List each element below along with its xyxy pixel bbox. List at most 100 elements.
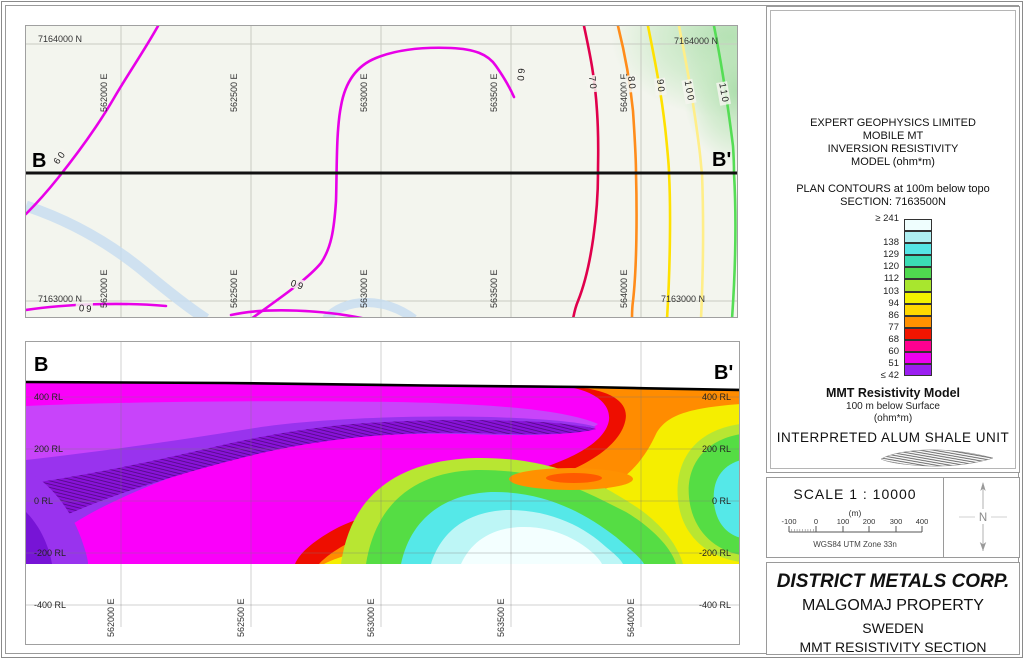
rl-label-right: 200 RL: [701, 444, 731, 454]
scale-title: SCALE 1 : 10000: [793, 486, 917, 502]
colorbar-bottom-label: ≤ 42: [880, 370, 899, 382]
country-name: SWEDEN: [862, 620, 924, 636]
legend-subheader-line: PLAN CONTOURS at 100m below topo: [796, 183, 990, 195]
alum-shale-caption: INTERPRETED ALUM SHALE UNIT: [776, 430, 1010, 445]
title-block: DISTRICT METALS CORP. MALGOMAJ PROPERTY …: [766, 562, 1020, 655]
resistivity-model-fill: [26, 382, 739, 564]
colorbar-boundary-label: 120: [883, 261, 899, 273]
rl-label-left: 400 RL: [34, 392, 64, 402]
contour-label-90: 90: [653, 77, 667, 96]
resistivity-section-panel: B B' 400 RL 200 RL 0 RL -200 RL -400 RL …: [25, 341, 740, 645]
colorbar-swatch: [904, 291, 932, 304]
colorbar-caption-sub1: 100 m below Surface: [846, 401, 940, 412]
colorbar-swatch: [904, 267, 932, 280]
legend-subheader: PLAN CONTOURS at 100m below topo SECTION…: [767, 183, 1019, 208]
plan-easting-label: 562000 E: [99, 73, 109, 112]
rl-label-right: 400 RL: [701, 392, 731, 402]
contour-label-60: 60: [514, 66, 527, 85]
section-easting-label: 562500 E: [236, 598, 246, 637]
colorbar-caption-title: MMT Resistivity Model: [825, 386, 961, 400]
alum-shale-symbol: [880, 449, 994, 467]
plan-northing-bottom-right: 7163000 N: [661, 294, 706, 304]
colorbar-boundary-label: 68: [888, 333, 899, 345]
scale-unit: (m): [848, 508, 862, 518]
plan-northing-top-right: 7164000 N: [674, 36, 719, 46]
colorbar-swatch: [904, 279, 932, 292]
colorbar-swatch: [904, 219, 932, 232]
colorbar-boundary-label: 138: [883, 237, 899, 249]
colorbar-boundary-label: [767, 225, 904, 237]
ruler-tick-label: 300: [890, 518, 903, 526]
colorbar-boundary-label: 86: [888, 309, 899, 321]
legend-subheader-line: SECTION: 7163500N: [840, 195, 946, 208]
plan-map-svg: [26, 26, 737, 317]
legend-header-line: EXPERT GEOPHYSICS LIMITED: [810, 117, 976, 129]
scale-ruler: -100 0 100 200 300 400: [781, 518, 929, 533]
colorbar-boundary-label: 94: [888, 297, 899, 309]
ruler-tick-label: 0: [814, 518, 818, 526]
colorbar-caption-sub2: (ohm*m): [873, 413, 913, 424]
contour-60-southwest: [26, 302, 168, 312]
colorbar-boundary-label: 51: [888, 358, 899, 370]
contour-label-70: 70: [585, 74, 599, 93]
colorbar-swatch: [904, 315, 932, 328]
contour-label-60: 60: [75, 301, 94, 314]
contour-label-80: 80: [624, 74, 638, 93]
rl-label-left: -200 RL: [34, 548, 67, 558]
scale-panel: SCALE 1 : 10000 (m) -100 0 100 200 300 4…: [766, 477, 1020, 558]
plan-easting-label: 562000 E: [99, 269, 109, 308]
plan-easting-label: 563500 E: [489, 269, 499, 308]
colorbar-swatch: [904, 352, 932, 365]
section-label-b-prime: B': [714, 362, 734, 384]
colorbar-boundary-label: 77: [888, 321, 899, 333]
plan-northing-top-left: 7164000 N: [38, 34, 83, 44]
north-arrow: N: [959, 482, 1007, 551]
legend-header-line: INVERSION RESISTIVITY: [827, 143, 959, 155]
plan-easting-label: 562500 E: [229, 73, 239, 112]
north-letter: N: [979, 512, 987, 524]
colorbar-boundary-label: 112: [883, 273, 899, 285]
contour-60-northwest: [26, 26, 160, 216]
zone-red-lens: [546, 473, 602, 483]
plan-easting-label: 563500 E: [489, 73, 499, 112]
section-easting-label: 562000 E: [106, 598, 116, 637]
plan-label-b-prime: B': [712, 149, 732, 171]
resistivity-colorbar: ≥ 241 138 129 120 112 103 94 86 77 68 60 51 ≤ 42: [767, 213, 1021, 387]
section-label-b: B: [34, 354, 49, 376]
section-easting-label: 564000 E: [626, 598, 636, 637]
legend-header-line: MODEL (ohm*m): [851, 156, 935, 168]
property-name: MALGOMAJ PROPERTY: [802, 597, 984, 614]
rl-label-right: -200 RL: [698, 548, 731, 558]
rl-label-left: 0 RL: [34, 496, 54, 506]
plan-easting-label: 563000 E: [359, 269, 369, 308]
colorbar-boundary-label: 60: [888, 346, 899, 358]
colorbar-swatch: [904, 327, 932, 340]
rl-label-left: 200 RL: [34, 444, 64, 454]
colorbar-swatch: [904, 231, 932, 244]
datum-label: WGS84 UTM Zone 33n: [813, 540, 897, 549]
ruler-tick-label: -100: [781, 518, 796, 526]
legend-header: EXPERT GEOPHYSICS LIMITED MOBILE MT INVE…: [767, 117, 1019, 169]
company-name: DISTRICT METALS CORP.: [776, 571, 1010, 592]
figure-subtitle: MMT RESISTIVITY SECTION: [799, 639, 987, 655]
legend-header-line: MOBILE MT: [862, 130, 924, 142]
colorbar-swatch: [904, 339, 932, 353]
ruler-tick-label: 100: [837, 518, 850, 526]
legend-panel: EXPERT GEOPHYSICS LIMITED MOBILE MT INVE…: [766, 6, 1020, 473]
rl-label-right: 0 RL: [711, 496, 731, 506]
rl-label-left: -400 RL: [34, 600, 67, 610]
ruler-tick-label: 400: [916, 518, 929, 526]
section-easting-label: 563500 E: [496, 598, 506, 637]
rl-label-right: -400 RL: [698, 600, 731, 610]
colorbar-boundary-label: ≥ 241: [875, 213, 899, 224]
colorbar-swatch: [904, 243, 932, 256]
ruler-tick-label: 200: [863, 518, 876, 526]
colorbar-swatch: [904, 303, 932, 316]
colorbar-boundary-label: 103: [883, 285, 899, 297]
colorbar-swatch: [904, 364, 932, 377]
plan-easting-label: 562500 E: [229, 269, 239, 308]
colorbar-swatch: [904, 255, 932, 268]
plan-label-b: B: [32, 150, 47, 172]
colorbar-boundary-label: 129: [883, 249, 899, 261]
plan-view-panel: 7164000 N 7164000 N 7163000 N 7163000 N …: [25, 25, 738, 318]
